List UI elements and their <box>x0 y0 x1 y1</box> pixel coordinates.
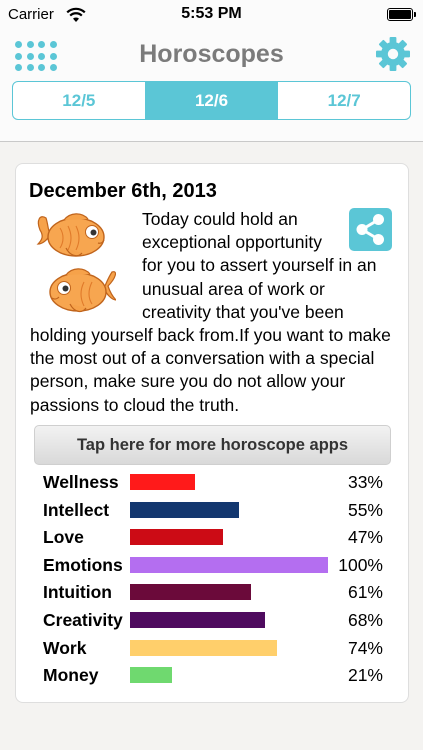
stat-percent: 100% <box>338 554 383 575</box>
stat-bar <box>130 556 328 573</box>
stat-percent: 33% <box>347 472 383 492</box>
stat-label: Money <box>43 665 99 686</box>
tab-12-6[interactable]: 12/6 <box>144 82 278 119</box>
stat-percent: 21% <box>347 665 383 686</box>
stat-percent: 74% <box>347 637 383 658</box>
stat-row-love: Love 47% <box>43 522 383 550</box>
stat-label: Work <box>43 637 87 658</box>
tab-12-7[interactable]: 12/7 <box>277 82 410 119</box>
stat-bar <box>130 474 196 490</box>
stat-row-wellness: Wellness 33% <box>43 467 383 495</box>
horoscope-text-container: Today could hold an exceptional opportun… <box>30 208 394 417</box>
date-tabs: 12/5 12/6 12/7 <box>12 81 411 120</box>
stat-label: Emotions <box>43 554 123 575</box>
stat-bar <box>130 529 224 546</box>
stat-bar <box>130 639 277 656</box>
stat-percent: 61% <box>347 582 383 603</box>
stat-bar <box>130 611 265 628</box>
stat-row-emotions: Emotions 100% <box>43 550 383 578</box>
stat-bar <box>130 667 172 684</box>
tab-12-5[interactable]: 12/5 <box>13 82 145 119</box>
stat-row-money: Money 21% <box>43 660 383 688</box>
more-apps-button[interactable]: Tap here for more horoscope apps <box>34 425 391 465</box>
page-title: Horoscopes <box>139 40 284 68</box>
stat-percent: 47% <box>347 527 383 548</box>
stat-row-intuition: Intuition 61% <box>43 577 383 605</box>
clock: 5:53 PM <box>181 5 242 22</box>
horoscope-date: December 6th, 2013 <box>29 180 217 202</box>
horoscope-text-block: Today could hold an exceptional opportun… <box>30 208 394 417</box>
battery-icon <box>387 8 416 21</box>
stat-label: Intellect <box>43 499 110 520</box>
stat-bar <box>130 501 239 518</box>
stat-label: Intuition <box>43 582 113 603</box>
nav-bar: Horoscopes 12/5 12/6 12/7 <box>0 30 423 142</box>
stat-row-intellect: Intellect 55% <box>43 495 383 523</box>
stat-bar <box>130 584 251 601</box>
stat-label: Love <box>43 527 84 548</box>
stat-row-creativity: Creativity 68% <box>43 605 383 633</box>
stat-percent: 68% <box>347 609 383 630</box>
status-bar: Carrier 5:53 PM <box>0 0 423 30</box>
stat-label: Wellness <box>43 472 119 492</box>
stat-row-work: Work 74% <box>43 633 383 661</box>
stat-label: Creativity <box>43 609 123 630</box>
horoscope-card: December 6th, 2013 Today could hold an e… <box>15 163 409 703</box>
stat-percent: 55% <box>347 499 383 520</box>
stats-list: Wellness 33% Intellect 55% Love 47% Emotions 10… <box>43 467 383 688</box>
gear-icon[interactable] <box>375 36 411 72</box>
